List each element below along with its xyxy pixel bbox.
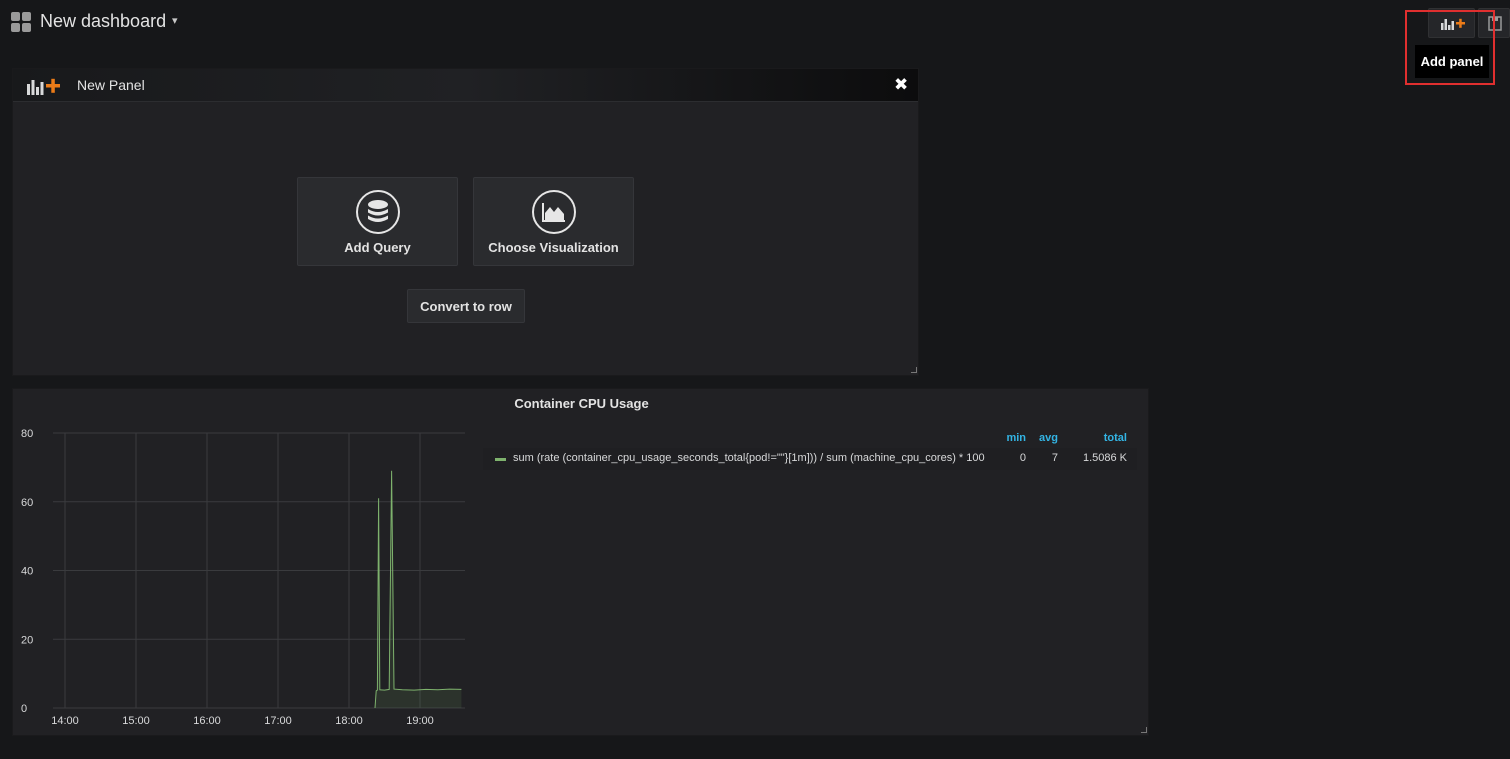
y-tick-label: 60 [21, 497, 33, 509]
new-panel: New Panel ✖ Add Query Choose Visualizati… [12, 68, 919, 376]
x-tick-label: 19:00 [406, 715, 434, 727]
legend-color-swatch[interactable] [495, 458, 506, 461]
tooltip: Add panel [1415, 45, 1489, 78]
y-tick-label: 40 [21, 566, 33, 578]
series-line[interactable] [374, 470, 462, 709]
line-chart[interactable]: 0 20 40 60 80 14:00 15:00 16:00 17:00 18:00 19:00 [13, 389, 473, 737]
legend-item[interactable]: sum (rate (container_cpu_usage_seconds_t… [483, 448, 1137, 470]
y-tick-label: 80 [21, 428, 33, 440]
x-tick-label: 17:00 [264, 715, 292, 727]
choose-visualization-label: Choose Visualization [488, 240, 619, 255]
legend-header-min[interactable]: min [996, 432, 1026, 444]
top-navbar: New dashboard ▾ Add panel [0, 0, 1510, 85]
dashboard-grid-icon[interactable] [11, 12, 31, 32]
x-tick-label: 18:00 [335, 715, 363, 727]
legend-avg-value: 7 [1051, 452, 1058, 464]
save-dashboard-button[interactable] [1478, 8, 1510, 38]
panel-title: New Panel [77, 77, 145, 93]
add-query-button[interactable]: Add Query [297, 177, 458, 266]
dashboard-title[interactable]: New dashboard [40, 11, 166, 32]
y-tick-label: 0 [21, 703, 27, 715]
add-query-label: Add Query [344, 240, 411, 255]
legend-header-total[interactable]: total [1087, 432, 1127, 444]
series-area [375, 470, 462, 708]
choose-visualization-button[interactable]: Choose Visualization [473, 177, 634, 266]
database-icon [356, 190, 400, 234]
resize-handle[interactable] [1141, 727, 1147, 733]
x-tick-label: 16:00 [193, 715, 221, 727]
new-panel-header: New Panel ✖ [13, 69, 918, 102]
add-panel-icon [27, 78, 60, 95]
convert-to-row-button[interactable]: Convert to row [407, 289, 525, 323]
legend-total-value: 1.5086 K [1082, 452, 1127, 464]
x-tick-label: 15:00 [122, 715, 150, 727]
graph-panel: Container CPU Usage 0 20 40 60 80 14:00 15:00 1… [12, 388, 1149, 736]
graph-title-text: Container CPU Usage [514, 396, 649, 411]
close-icon[interactable]: ✖ [894, 75, 908, 95]
resize-handle[interactable] [911, 367, 917, 373]
add-panel-icon [1441, 18, 1465, 30]
y-tick-label: 20 [21, 634, 33, 646]
save-icon [1488, 16, 1502, 31]
x-tick-label: 14:00 [51, 715, 79, 727]
legend-min-value: 0 [1019, 452, 1026, 464]
chevron-down-icon[interactable]: ▾ [172, 14, 178, 27]
add-panel-button[interactable] [1428, 8, 1475, 38]
legend-series-name[interactable]: sum (rate (container_cpu_usage_seconds_t… [513, 452, 985, 464]
area-chart-icon [532, 190, 576, 234]
legend-header-avg[interactable]: avg [1028, 432, 1058, 444]
